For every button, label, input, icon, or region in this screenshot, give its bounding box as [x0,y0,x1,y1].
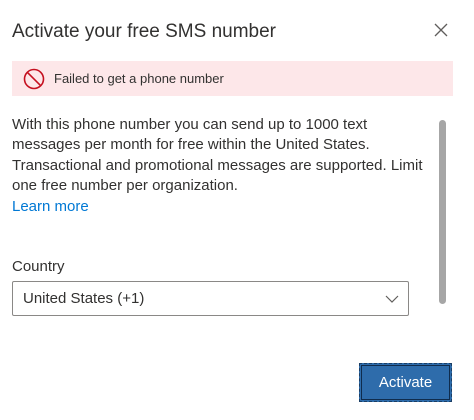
country-selected-value: United States (+1) [23,290,145,307]
chevron-down-icon [385,292,399,306]
description-text: With this phone number you can send up t… [12,116,423,195]
country-dropdown[interactable]: United States (+1) [12,281,409,316]
country-label: Country [12,258,65,275]
learn-more-link[interactable]: Learn more [12,197,89,217]
dialog-content: With this phone number you can send up t… [12,115,432,217]
scrollbar-thumb[interactable] [439,120,446,304]
error-message-bar: Failed to get a phone number [12,61,453,96]
close-icon [434,23,448,37]
activate-sms-dialog: Activate your free SMS number Failed to … [0,0,474,420]
blocked-icon [23,68,45,90]
activate-button[interactable]: Activate [359,363,452,402]
error-text: Failed to get a phone number [54,71,224,86]
dialog-title: Activate your free SMS number [12,21,276,42]
close-button[interactable] [430,19,452,41]
